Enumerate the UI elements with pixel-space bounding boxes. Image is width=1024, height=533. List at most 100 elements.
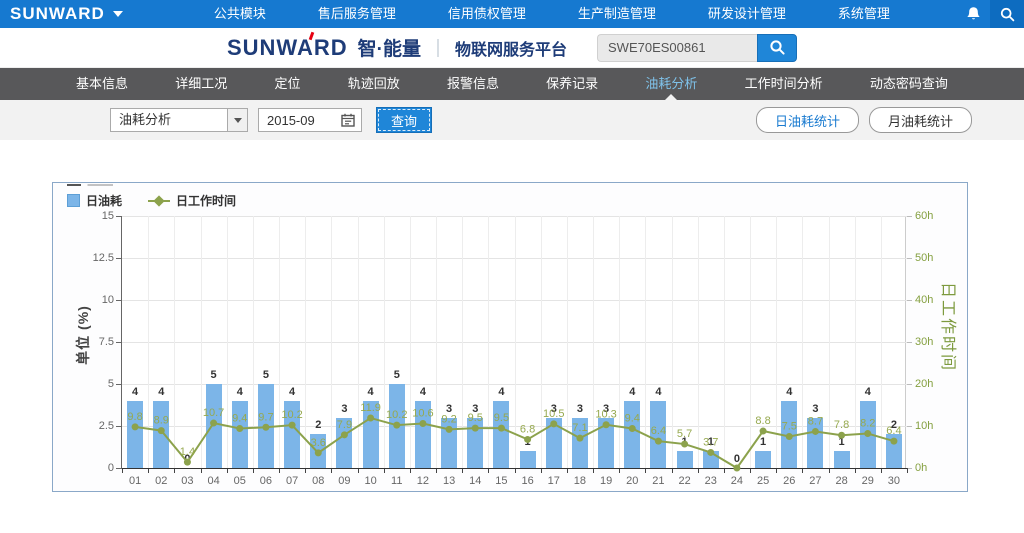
work-hours-point[interactable] (838, 432, 845, 439)
line-value-label: 8.7 (808, 415, 823, 427)
work-hours-point[interactable] (760, 428, 767, 435)
brand-logo-subtitle: 智·能量 (358, 34, 421, 61)
x-axis-label: 28 (828, 475, 855, 487)
line-value-label: 6.4 (886, 425, 901, 437)
tab-工作时间分析[interactable]: 工作时间分析 (739, 68, 829, 100)
left-axis-tick-label: 15 (80, 210, 114, 222)
device-search-button[interactable] (757, 34, 797, 62)
work-hours-point[interactable] (498, 425, 505, 432)
work-hours-point[interactable] (236, 425, 243, 432)
work-hours-point[interactable] (524, 436, 531, 443)
work-hours-point[interactable] (629, 425, 636, 432)
work-hours-point[interactable] (681, 441, 688, 448)
work-hours-point[interactable] (158, 427, 165, 434)
tab-油耗分析[interactable]: 油耗分析 (639, 68, 703, 100)
x-axis-tick (907, 468, 908, 473)
right-axis-tick (907, 258, 912, 259)
topnav-item[interactable]: 系统管理 (812, 0, 916, 28)
x-axis-label: 06 (252, 475, 279, 487)
left-axis-tick-label: 10 (80, 294, 114, 306)
platform-logo: SUNWARD 智·能量 ｜ 物联网服务平台 (227, 34, 567, 61)
work-hours-point[interactable] (132, 423, 139, 430)
right-axis-tick-label: 60h (915, 210, 933, 222)
sunward-logo[interactable]: SUNWARD (10, 4, 123, 24)
topnav-search-button[interactable] (990, 0, 1024, 28)
work-hours-point[interactable] (289, 422, 296, 429)
tab-报警信息[interactable]: 报警信息 (441, 68, 505, 100)
work-hours-point[interactable] (210, 420, 217, 427)
x-axis-label: 25 (750, 475, 777, 487)
bell-icon (966, 6, 981, 22)
tab-定位[interactable]: 定位 (268, 68, 306, 100)
left-axis-tick-label: 7.5 (80, 336, 114, 348)
analysis-type-select[interactable]: 油耗分析 (110, 108, 248, 132)
work-hours-point[interactable] (812, 428, 819, 435)
work-hours-point[interactable] (262, 424, 269, 431)
topnav-item[interactable]: 研发设计管理 (682, 0, 812, 28)
work-hours-point[interactable] (550, 420, 557, 427)
x-axis-label: 07 (279, 475, 306, 487)
brand-logo-text: SUNWARD (227, 35, 348, 61)
work-hours-point[interactable] (786, 433, 793, 440)
brand-header: SUNWARD 智·能量 ｜ 物联网服务平台 (0, 28, 1024, 68)
right-axis-tick-label: 50h (915, 252, 933, 264)
x-axis-label: 10 (357, 475, 384, 487)
query-button[interactable]: 查询 (376, 107, 432, 133)
work-hours-point[interactable] (890, 438, 897, 445)
work-hours-line (135, 418, 894, 468)
device-search-input[interactable] (597, 34, 757, 62)
x-axis-label: 18 (566, 475, 593, 487)
right-axis-tick-label: 40h (915, 294, 933, 306)
work-hours-point[interactable] (603, 421, 610, 428)
work-hours-point[interactable] (419, 420, 426, 427)
x-axis-label: 27 (802, 475, 829, 487)
line-value-label: 7.5 (782, 421, 797, 433)
tab-基本信息[interactable]: 基本信息 (70, 68, 134, 100)
search-icon (769, 39, 786, 56)
work-hours-point[interactable] (184, 459, 191, 466)
work-hours-point[interactable] (315, 449, 322, 456)
tab-轨迹回放[interactable]: 轨迹回放 (342, 68, 406, 100)
line-value-label: 10.3 (595, 409, 616, 421)
monthly-fuel-stat-button[interactable]: 月油耗统计 (869, 107, 972, 133)
line-value-label: 10.5 (543, 408, 564, 420)
work-hours-point[interactable] (707, 449, 714, 456)
work-hours-point[interactable] (367, 415, 374, 422)
work-hours-point[interactable] (341, 431, 348, 438)
work-hours-point[interactable] (446, 426, 453, 433)
work-hours-point[interactable] (655, 438, 662, 445)
notification-bell-button[interactable] (956, 0, 990, 28)
daily-fuel-stat-button[interactable]: 日油耗统计 (756, 107, 859, 133)
right-axis-tick (907, 216, 912, 217)
left-axis-title: 单位 (%) (73, 275, 93, 395)
x-axis-label: 04 (200, 475, 227, 487)
line-value-label: 3.7 (703, 436, 718, 448)
left-axis-tick-label: 2.5 (80, 420, 114, 432)
work-hours-point[interactable] (576, 435, 583, 442)
work-hours-point[interactable] (733, 465, 740, 472)
left-axis-tick-label: 0 (80, 462, 114, 474)
tab-保养记录[interactable]: 保养记录 (540, 68, 604, 100)
line-value-label: 10.6 (412, 407, 433, 419)
topnav-item[interactable]: 售后服务管理 (292, 0, 422, 28)
x-axis-label: 19 (593, 475, 620, 487)
x-axis-label: 03 (174, 475, 201, 487)
topnav-item[interactable]: 信用债权管理 (422, 0, 552, 28)
sunward-logo-text: SUNWARD (10, 4, 105, 24)
stat-mode-buttons: 日油耗统计 月油耗统计 (756, 107, 972, 133)
month-picker-field[interactable]: 2015-09 (258, 108, 362, 132)
topnav-item[interactable]: 生产制造管理 (552, 0, 682, 28)
work-hours-point[interactable] (393, 422, 400, 429)
x-axis-label: 17 (540, 475, 567, 487)
tab-动态密码查询[interactable]: 动态密码查询 (864, 68, 954, 100)
work-hours-point[interactable] (864, 430, 871, 437)
tab-详细工况[interactable]: 详细工况 (169, 68, 233, 100)
plot-area: 02.557.51012.5150h10h20h30h40h50h60h4014… (121, 216, 906, 468)
line-value-label: 10.7 (203, 407, 224, 419)
right-axis-title: 日工作时间 (938, 272, 962, 382)
line-value-label: 9.7 (258, 411, 273, 423)
work-hours-point[interactable] (472, 425, 479, 432)
dropdown-arrow-icon (227, 109, 247, 131)
right-axis-tick (907, 342, 912, 343)
topnav-item[interactable]: 公共模块 (188, 0, 292, 28)
